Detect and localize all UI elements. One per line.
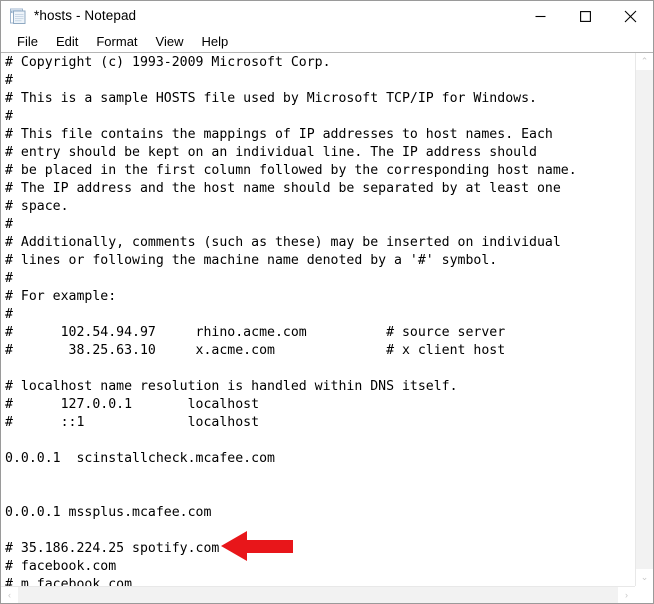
text-line: #: [5, 307, 13, 322]
maximize-icon: [580, 10, 591, 22]
horizontal-scrollbar-track[interactable]: [18, 587, 618, 603]
text-line: #: [5, 73, 13, 88]
text-line: [5, 360, 577, 378]
minimize-icon: [535, 15, 546, 17]
close-button[interactable]: [608, 1, 653, 31]
title-bar: *hosts - Notepad: [1, 1, 653, 31]
window-title: *hosts - Notepad: [34, 8, 137, 24]
scroll-right-icon[interactable]: ›: [618, 587, 635, 603]
notepad-icon: [8, 7, 26, 25]
text-line: # Copyright (c) 1993-2009 Microsoft Corp…: [5, 55, 331, 70]
text-line: # 35.186.224.25 spotify.com: [5, 541, 220, 556]
menu-item-view[interactable]: View: [147, 31, 193, 52]
text-line: # facebook.com: [5, 559, 117, 574]
text-line: 0.0.0.1 mssplus.mcafee.com: [5, 505, 212, 520]
text-line: # This is a sample HOSTS file used by Mi…: [5, 91, 537, 106]
text-line: # lines or following the machine name de…: [5, 253, 498, 268]
scroll-up-icon[interactable]: ⌃: [636, 53, 653, 70]
text-line: 0.0.0.1 scinstallcheck.mcafee.com: [5, 451, 275, 466]
text-line: # ::1 localhost: [5, 415, 260, 430]
text-line: # Additionally, comments (such as these)…: [5, 235, 561, 250]
vertical-scrollbar[interactable]: ⌃ ⌄: [635, 53, 653, 586]
text-line: # 38.25.63.10 x.acme.com # x client host: [5, 343, 506, 358]
window-controls: [518, 1, 653, 31]
scroll-down-icon[interactable]: ⌄: [636, 569, 653, 586]
text-line: #: [5, 271, 13, 286]
menu-item-edit[interactable]: Edit: [47, 31, 87, 52]
text-line: [5, 486, 577, 504]
editor-client-area: # Copyright (c) 1993-2009 Microsoft Corp…: [1, 52, 653, 603]
text-line: # entry should be kept on an individual …: [5, 145, 537, 160]
menu-bar: File Edit Format View Help: [1, 31, 653, 52]
menu-item-help[interactable]: Help: [192, 31, 237, 52]
vertical-scrollbar-track[interactable]: [636, 70, 653, 569]
scroll-left-icon[interactable]: ‹: [1, 587, 18, 603]
menu-item-file[interactable]: File: [8, 31, 47, 52]
text-line: [5, 468, 577, 486]
scrollbar-corner: [635, 586, 653, 603]
text-line: # The IP address and the host name shoul…: [5, 181, 561, 196]
text-line: # localhost name resolution is handled w…: [5, 379, 458, 394]
maximize-button[interactable]: [563, 1, 608, 31]
close-icon: [624, 10, 637, 22]
horizontal-scrollbar[interactable]: ‹ ›: [1, 586, 635, 603]
text-line: #: [5, 217, 13, 232]
minimize-button[interactable]: [518, 1, 563, 31]
text-line: # 127.0.0.1 localhost: [5, 397, 260, 412]
text-line: # space.: [5, 199, 69, 214]
text-editor[interactable]: # Copyright (c) 1993-2009 Microsoft Corp…: [1, 53, 635, 586]
text-content: # Copyright (c) 1993-2009 Microsoft Corp…: [5, 54, 577, 586]
text-line: [5, 522, 577, 540]
text-line: [5, 432, 577, 450]
text-line: # This file contains the mappings of IP …: [5, 127, 553, 142]
menu-item-format[interactable]: Format: [87, 31, 146, 52]
text-line: # m.facebook.com: [5, 577, 133, 586]
text-line: # For example:: [5, 289, 117, 304]
notepad-window: *hosts - Notepad File Edit Format View H…: [0, 0, 654, 604]
text-line: # 102.54.94.97 rhino.acme.com # source s…: [5, 325, 506, 340]
text-line: # be placed in the first column followed…: [5, 163, 577, 178]
text-line: #: [5, 109, 13, 124]
